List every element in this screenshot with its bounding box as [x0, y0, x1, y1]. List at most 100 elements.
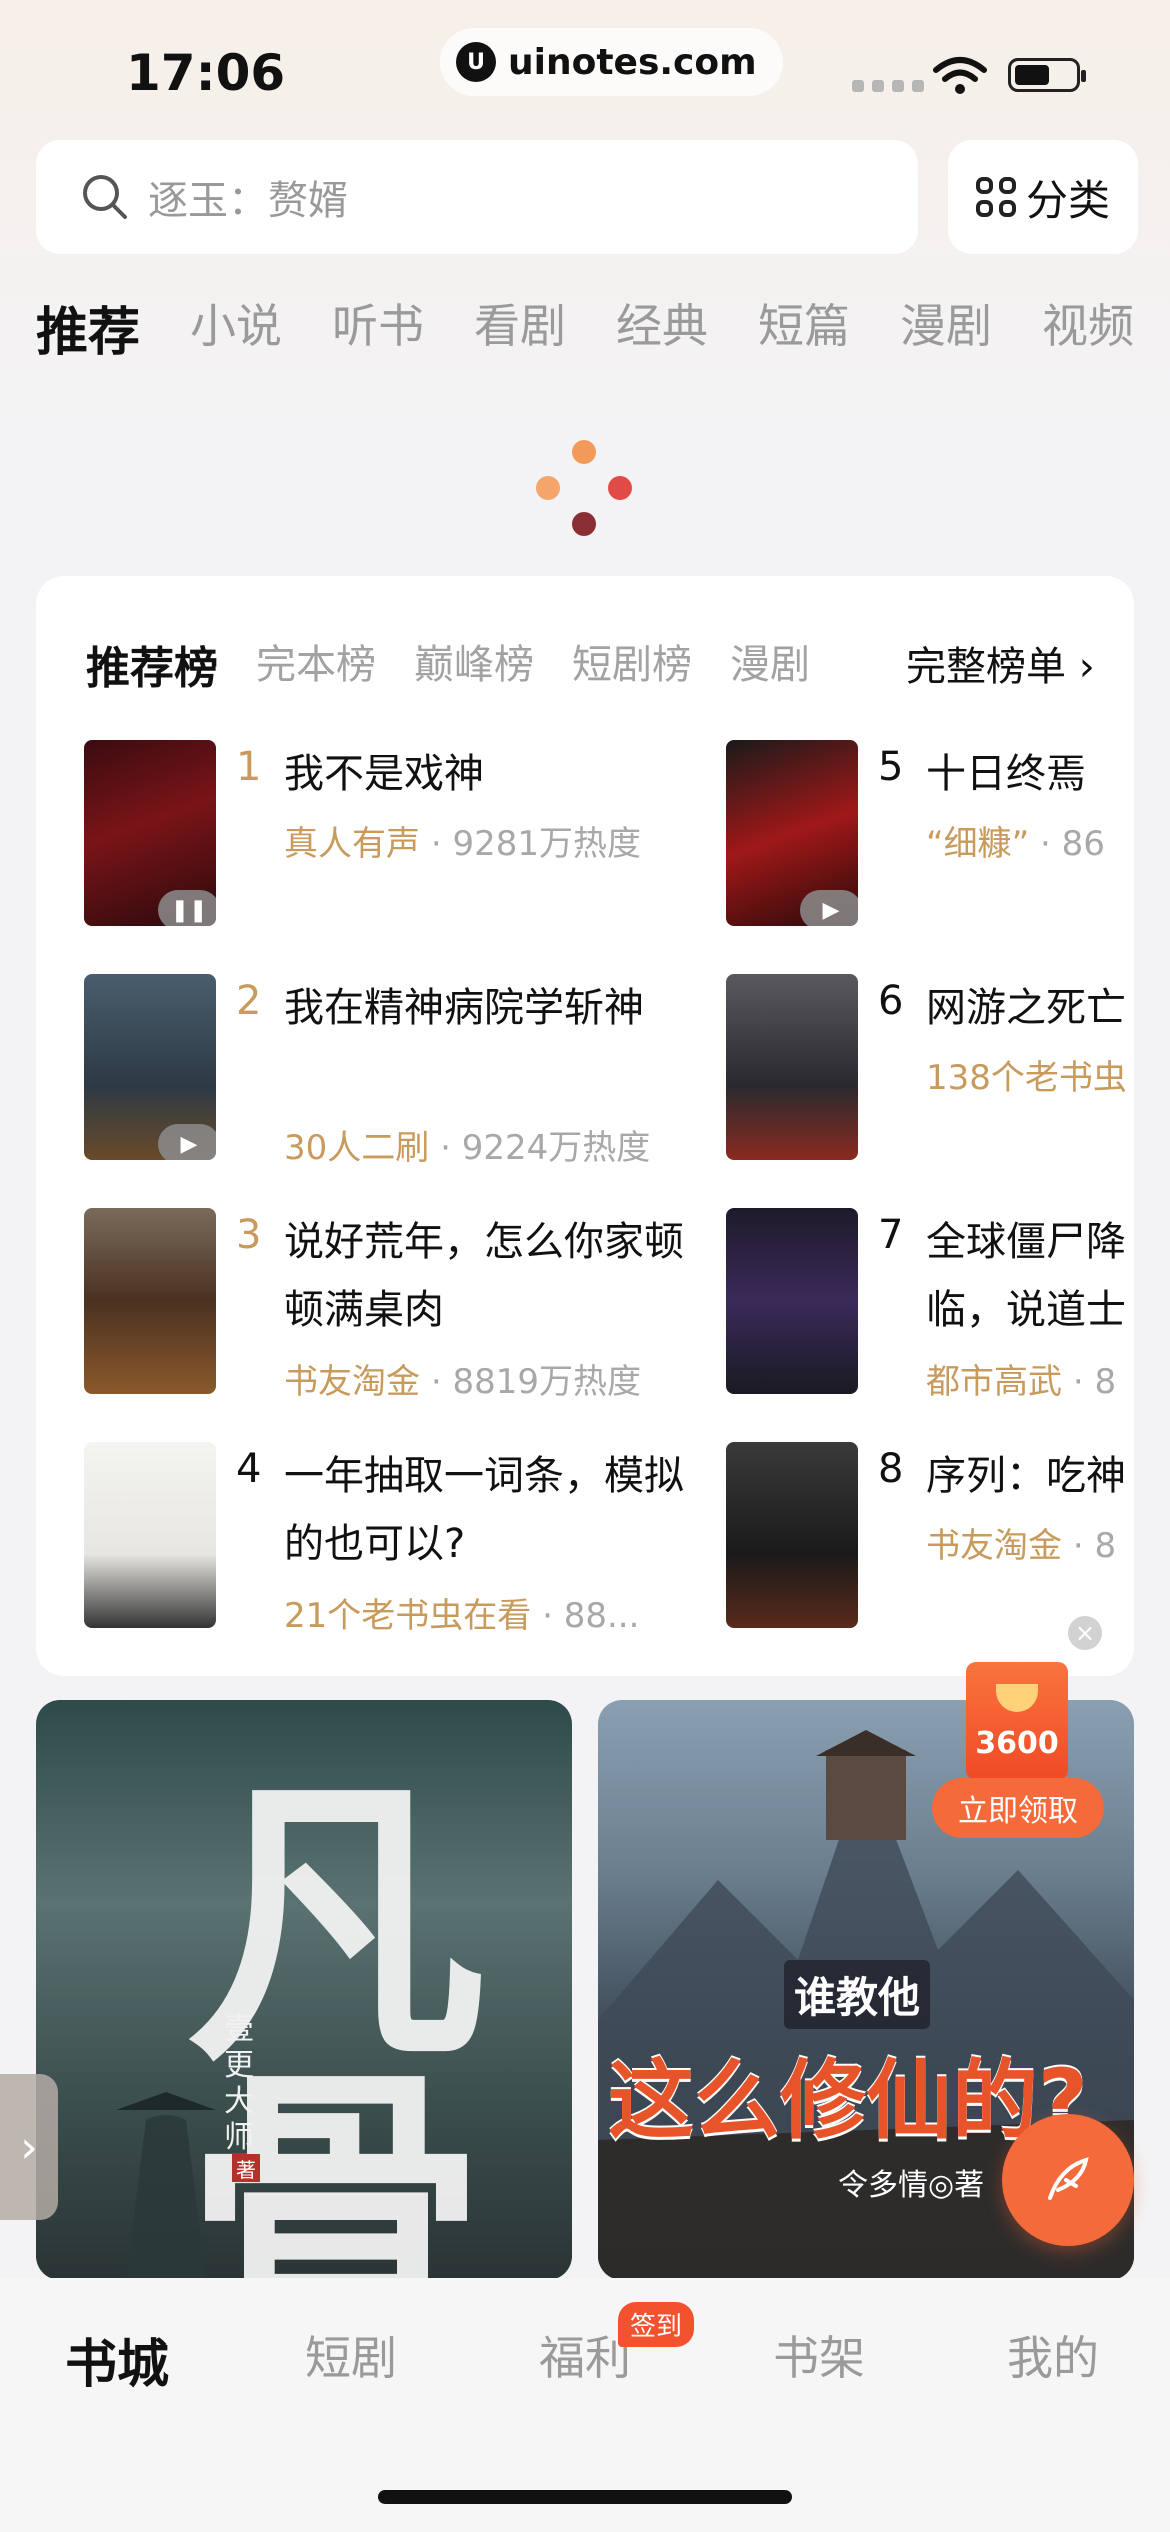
play-icon[interactable]: ▶	[158, 1124, 216, 1160]
ranking-tabs: 推荐榜 完本榜 巅峰榜 短剧榜 漫剧	[86, 632, 916, 696]
book-meta: “细糠” · 86	[926, 824, 1105, 864]
book-cover: ▶	[84, 974, 216, 1160]
tab-novel[interactable]: 小说	[190, 290, 282, 360]
status-time: 17:06	[126, 44, 286, 102]
grid-icon	[975, 177, 1016, 217]
tab-comic-rank[interactable]: 漫剧	[730, 632, 810, 696]
book-heat: 88...	[563, 1596, 640, 1636]
book-title: 全球僵尸降临，说道士序列	[926, 1219, 1126, 1333]
home-indicator	[378, 2490, 792, 2504]
url-text: uinotes.com	[508, 41, 757, 83]
close-icon[interactable]: ×	[1068, 1616, 1102, 1650]
banner-book-left[interactable]: 凡骨 壹更大师 著	[36, 1700, 572, 2280]
banner-title-line1: 谁教他	[784, 1960, 931, 2029]
tab-comic-drama[interactable]: 漫剧	[900, 290, 992, 360]
rank-number: 6	[878, 978, 904, 1024]
feather-pen-icon	[1048, 2157, 1089, 2200]
claim-button[interactable]: 立即领取	[932, 1778, 1104, 1838]
red-packet-icon	[966, 1662, 1068, 1780]
book-tag: 138个老书虫	[926, 1058, 1127, 1098]
side-drawer-handle[interactable]: ›	[0, 2074, 58, 2220]
list-item[interactable]: 7 全球僵尸降临，说道士序列 都市高武 · 8	[726, 1208, 1134, 1408]
nav-bookstore[interactable]: 书城	[0, 2278, 234, 2532]
rank-number: 4	[236, 1446, 262, 1492]
rank-number: 8	[878, 1446, 904, 1492]
list-item[interactable]: ▶ 5 十日终焉 “细糠” · 86	[726, 740, 1134, 940]
rank-number: 7	[878, 1212, 904, 1258]
book-meta: 书友淘金 · 8	[926, 1526, 1117, 1566]
book-cover	[84, 1442, 216, 1628]
channel-tabs: 推荐 小说 听书 看剧 经典 短篇 漫剧 视频	[36, 290, 1134, 363]
book-tag: 真人有声	[284, 824, 420, 864]
search-input[interactable]: 逐玉：赘婿	[36, 140, 918, 254]
cellular-signal-icon	[852, 80, 924, 92]
book-cover	[726, 1208, 858, 1394]
write-feather-button[interactable]	[1002, 2114, 1134, 2246]
book-tag: 30人二刷	[284, 1128, 430, 1168]
book-meta: 书友淘金 · 8819万热度	[284, 1362, 641, 1402]
tab-recommend-rank[interactable]: 推荐榜	[86, 632, 218, 696]
list-item[interactable]: ❚❚ 1 我不是戏神 真人有声 · 9281万热度	[84, 740, 704, 940]
tab-recommend[interactable]: 推荐	[36, 290, 140, 363]
book-meta: 21个老书虫在看 · 88...	[284, 1596, 640, 1636]
book-cover: ❚❚	[84, 740, 216, 926]
site-logo-icon: U	[456, 42, 496, 82]
book-tag: 21个老书虫在看	[284, 1596, 532, 1636]
red-packet-amount: 3600	[975, 1726, 1059, 1761]
list-item[interactable]: 4 一年抽取一词条，模拟的也可以? 21个老书虫在看 · 88...	[84, 1442, 704, 1642]
pause-icon[interactable]: ❚❚	[158, 890, 216, 926]
category-button[interactable]: 分类	[948, 140, 1138, 254]
tab-short-drama-rank[interactable]: 短剧榜	[572, 632, 692, 696]
book-tag: 书友淘金	[926, 1526, 1062, 1566]
rank-number: 5	[878, 744, 904, 790]
book-heat: 8	[1094, 1526, 1117, 1566]
book-heat: 9224万热度	[461, 1128, 651, 1168]
play-icon[interactable]: ▶	[800, 890, 858, 926]
book-heat: 8	[1094, 1362, 1117, 1402]
book-title: 序列：吃神	[926, 1453, 1126, 1499]
status-bar: 17:06 U uinotes.com	[0, 0, 1170, 140]
category-label: 分类	[1025, 175, 1110, 225]
wifi-icon	[933, 57, 987, 94]
tab-audiobook[interactable]: 听书	[332, 290, 424, 360]
banner-author: 令多情◎著	[838, 2168, 985, 2203]
nav-profile[interactable]: 我的	[936, 2278, 1170, 2532]
book-tag: 都市高武	[926, 1362, 1062, 1402]
battery-icon	[1008, 58, 1086, 92]
tab-short[interactable]: 短篇	[758, 290, 850, 360]
book-cover	[726, 1442, 858, 1628]
book-heat: 8819万热度	[452, 1362, 641, 1402]
tab-video[interactable]: 视频	[1042, 290, 1134, 360]
list-item[interactable]: 3 说好荒年，怎么你家顿顿满桌肉 书友淘金 · 8819万热度	[84, 1208, 704, 1408]
book-meta: 138个老书虫	[926, 1050, 1127, 1099]
tab-drama[interactable]: 看剧	[474, 290, 566, 360]
book-title: 一年抽取一词条，模拟的也可以?	[284, 1453, 684, 1567]
figure-silhouette-icon	[116, 2092, 216, 2280]
tab-classic[interactable]: 经典	[616, 290, 708, 360]
book-cover: ▶	[726, 740, 858, 926]
tab-peak-rank[interactable]: 巅峰榜	[414, 632, 534, 696]
sign-in-badge: 签到	[618, 2302, 695, 2347]
rank-number: 1	[236, 744, 262, 790]
book-tag: 书友淘金	[284, 1362, 420, 1402]
list-item[interactable]: ▶ 2 我在精神病院学斩神 30人二刷 · 9224万热度	[84, 974, 704, 1174]
rank-number: 3	[236, 1212, 262, 1258]
list-item[interactable]: 6 网游之死亡 138个老书虫	[726, 974, 1134, 1174]
author-seal: 著	[232, 2154, 260, 2182]
book-heat: 86	[1061, 824, 1105, 864]
book-meta: 真人有声 · 9281万热度	[284, 824, 641, 864]
book-cover	[726, 974, 858, 1160]
tab-completed-rank[interactable]: 完本榜	[256, 632, 376, 696]
ranking-card: 推荐榜 完本榜 巅峰榜 短剧榜 漫剧 完整榜单 › ❚❚ 1 我不是戏神 真人有…	[36, 576, 1134, 1676]
book-title: 十日终焉	[926, 751, 1086, 797]
book-tag: “细糠”	[926, 824, 1030, 864]
book-title: 网游之死亡	[926, 985, 1126, 1031]
book-cover	[84, 1208, 216, 1394]
chevron-right-icon: ›	[20, 2121, 38, 2173]
full-list-button[interactable]: 完整榜单 ›	[906, 634, 1095, 692]
book-title: 我不是戏神	[284, 751, 484, 797]
url-pill[interactable]: U uinotes.com	[440, 28, 783, 96]
book-title: 我在精神病院学斩神	[284, 985, 644, 1031]
rank-number: 2	[236, 978, 262, 1024]
book-title: 说好荒年，怎么你家顿顿满桌肉	[284, 1219, 684, 1333]
